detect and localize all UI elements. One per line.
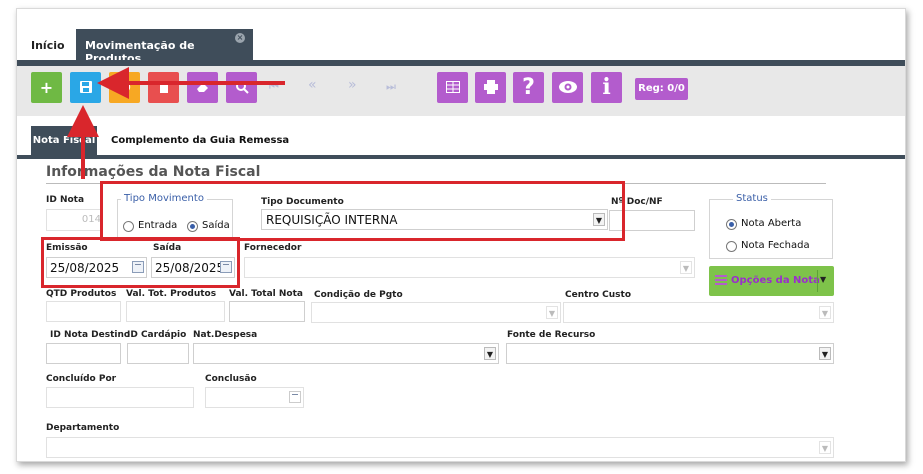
annotation-arrows [67,67,285,179]
app-window: Início Movimentação de Produtos × + ⏮ « … [16,8,906,462]
